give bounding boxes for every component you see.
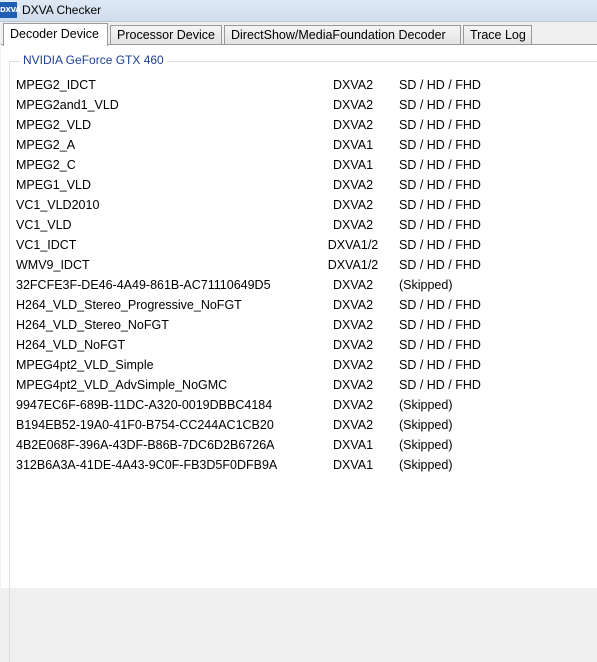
decoder-name: 9947EC6F-689B-11DC-A320-0019DBBC4184 — [16, 398, 273, 412]
decoder-resolutions: SD / HD / FHD — [399, 358, 481, 372]
decoder-name: MPEG4pt2_VLD_AdvSimple_NoGMC — [16, 378, 228, 392]
decoder-row[interactable]: MPEG2_VLD DXVA2 SD / HD / FHD — [1, 115, 597, 135]
gpu-group-title: NVIDIA GeForce GTX 460 — [20, 53, 167, 67]
decoder-resolutions: SD / HD / FHD — [399, 138, 481, 152]
decoder-row[interactable]: B194EB52-19A0-41F0-B754-CC244AC1CB20 DXVA… — [1, 415, 597, 435]
decoder-api: DXVA2 — [332, 98, 374, 112]
decoder-api: DXVA1/2 — [327, 238, 379, 252]
decoder-resolutions: SD / HD / FHD — [399, 178, 481, 192]
decoder-name: 32FCFE3F-DE46-4A49-861B-AC71110649D5 — [16, 278, 271, 292]
decoder-resolutions: SD / HD / FHD — [399, 238, 481, 252]
title-bar[interactable]: DXVA DXVA Checker — [0, 0, 597, 22]
decoder-api: DXVA2 — [332, 278, 374, 292]
decoder-api: DXVA2 — [332, 318, 374, 332]
decoder-name: VC1_VLD — [16, 218, 72, 232]
decoder-row[interactable]: VC1_IDCT DXVA1/2 SD / HD / FHD — [1, 235, 597, 255]
decoder-row[interactable]: MPEG4pt2_VLD_AdvSimple_NoGMC DXVA2 SD / HD… — [1, 375, 597, 395]
decoder-resolutions: (Skipped) — [399, 418, 453, 432]
decoder-api: DXVA2 — [332, 398, 374, 412]
decoder-api: DXVA1 — [332, 438, 374, 452]
decoder-resolutions: (Skipped) — [399, 438, 453, 452]
decoder-resolutions: (Skipped) — [399, 458, 453, 472]
decoder-row[interactable]: 4B2E068F-396A-43DF-B86B-7DC6D2B6726A DXVA… — [1, 435, 597, 455]
decoder-name: WMV9_IDCT — [16, 258, 90, 272]
decoder-api: DXVA2 — [332, 198, 374, 212]
decoder-resolutions: SD / HD / FHD — [399, 318, 481, 332]
decoder-api: DXVA1 — [332, 138, 374, 152]
decoder-row[interactable]: WMV9_IDCT DXVA1/2 SD / HD / FHD — [1, 255, 597, 275]
decoder-device-panel: NVIDIA GeForce GTX 460 MPEG2_IDCT DXVA2 SD… — [1, 44, 597, 662]
decoder-resolutions: SD / HD / FHD — [399, 378, 481, 392]
decoder-api: DXVA2 — [332, 378, 374, 392]
tab-processor-device[interactable]: Processor Device — [110, 25, 222, 44]
decoder-resolutions: SD / HD / FHD — [399, 338, 481, 352]
tab-directshow-mediafoundation-decoder[interactable]: DirectShow/MediaFoundation Decoder — [224, 25, 461, 44]
decoder-name: 4B2E068F-396A-43DF-B86B-7DC6D2B6726A — [16, 438, 275, 452]
decoder-name: MPEG2_VLD — [16, 118, 92, 132]
decoder-name: MPEG2_IDCT — [16, 78, 96, 92]
window-title: DXVA Checker — [22, 3, 102, 17]
decoder-row[interactable]: MPEG2_IDCT DXVA2 SD / HD / FHD — [1, 75, 597, 95]
decoder-row[interactable]: H264_VLD_Stereo_Progressive_NoFGT DXVA2 SD… — [1, 295, 597, 315]
decoder-name: MPEG2and1_VLD — [16, 98, 119, 112]
decoder-api: DXVA2 — [332, 218, 374, 232]
decoder-row[interactable]: H264_VLD_Stereo_NoFGT DXVA2 SD / HD / FHD — [1, 315, 597, 335]
decoder-row[interactable]: MPEG2and1_VLD DXVA2 SD / HD / FHD — [1, 95, 597, 115]
decoder-api: DXVA1 — [332, 158, 374, 172]
decoder-api: DXVA2 — [332, 78, 374, 92]
decoder-name: H264_VLD_Stereo_NoFGT — [16, 318, 169, 332]
decoder-api: DXVA2 — [332, 358, 374, 372]
decoder-resolutions: SD / HD / FHD — [399, 98, 481, 112]
decoder-row[interactable]: MPEG4pt2_VLD_Simple DXVA2 SD / HD / FHD — [1, 355, 597, 375]
decoder-name: B194EB52-19A0-41F0-B754-CC244AC1CB20 — [16, 418, 274, 432]
decoder-row[interactable]: MPEG2_A DXVA1 SD / HD / FHD — [1, 135, 597, 155]
tab-strip: Decoder Device Processor Device DirectSh… — [0, 23, 597, 46]
decoder-resolutions: (Skipped) — [399, 278, 453, 292]
decoder-row[interactable]: VC1_VLD2010 DXVA2 SD / HD / FHD — [1, 195, 597, 215]
decoder-api: DXVA2 — [332, 298, 374, 312]
decoder-api: DXVA2 — [332, 338, 374, 352]
decoder-api: DXVA2 — [332, 118, 374, 132]
decoder-api: DXVA1 — [332, 458, 374, 472]
decoder-resolutions: SD / HD / FHD — [399, 298, 481, 312]
decoder-name: VC1_VLD2010 — [16, 198, 100, 212]
tab-trace-log[interactable]: Trace Log — [463, 25, 532, 44]
decoder-resolutions: SD / HD / FHD — [399, 258, 481, 272]
decoder-resolutions: SD / HD / FHD — [399, 158, 481, 172]
decoder-row[interactable]: H264_VLD_NoFGT DXVA2 SD / HD / FHD — [1, 335, 597, 355]
decoder-name: H264_VLD_NoFGT — [16, 338, 126, 352]
decoder-row[interactable]: MPEG2_C DXVA1 SD / HD / FHD — [1, 155, 597, 175]
decoder-row[interactable]: 32FCFE3F-DE46-4A49-861B-AC71110649D5 DXVA… — [1, 275, 597, 295]
decoder-row[interactable]: MPEG1_VLD DXVA2 SD / HD / FHD — [1, 175, 597, 195]
decoder-name: MPEG2_A — [16, 138, 76, 152]
decoder-row[interactable]: 312B6A3A-41DE-4A43-9C0F-FB3D5F0DFB9A DXVA… — [1, 455, 597, 475]
decoder-resolutions: SD / HD / FHD — [399, 198, 481, 212]
decoder-resolutions: SD / HD / FHD — [399, 218, 481, 232]
decoder-name: MPEG2_C — [16, 158, 76, 172]
app-icon: DXVA — [0, 2, 21, 18]
decoder-resolutions: SD / HD / FHD — [399, 78, 481, 92]
decoder-row[interactable]: 9947EC6F-689B-11DC-A320-0019DBBC4184 DXVA… — [1, 395, 597, 415]
decoder-name: H264_VLD_Stereo_Progressive_NoFGT — [16, 298, 242, 312]
decoder-row[interactable]: VC1_VLD DXVA2 SD / HD / FHD — [1, 215, 597, 235]
decoder-resolutions: (Skipped) — [399, 398, 453, 412]
tab-decoder-device[interactable]: Decoder Device — [3, 23, 108, 46]
decoder-api: DXVA2 — [332, 418, 374, 432]
decoder-name: VC1_IDCT — [16, 238, 77, 252]
decoder-name: MPEG4pt2_VLD_Simple — [16, 358, 154, 372]
decoder-list: MPEG2_IDCT DXVA2 SD / HD / FHD MPEG2and1_VL… — [1, 75, 597, 475]
decoder-name: MPEG1_VLD — [16, 178, 92, 192]
decoder-name: 312B6A3A-41DE-4A43-9C0F-FB3D5F0DFB9A — [16, 458, 278, 472]
decoder-api: DXVA2 — [332, 178, 374, 192]
decoder-api: DXVA1/2 — [327, 258, 379, 272]
decoder-resolutions: SD / HD / FHD — [399, 118, 481, 132]
